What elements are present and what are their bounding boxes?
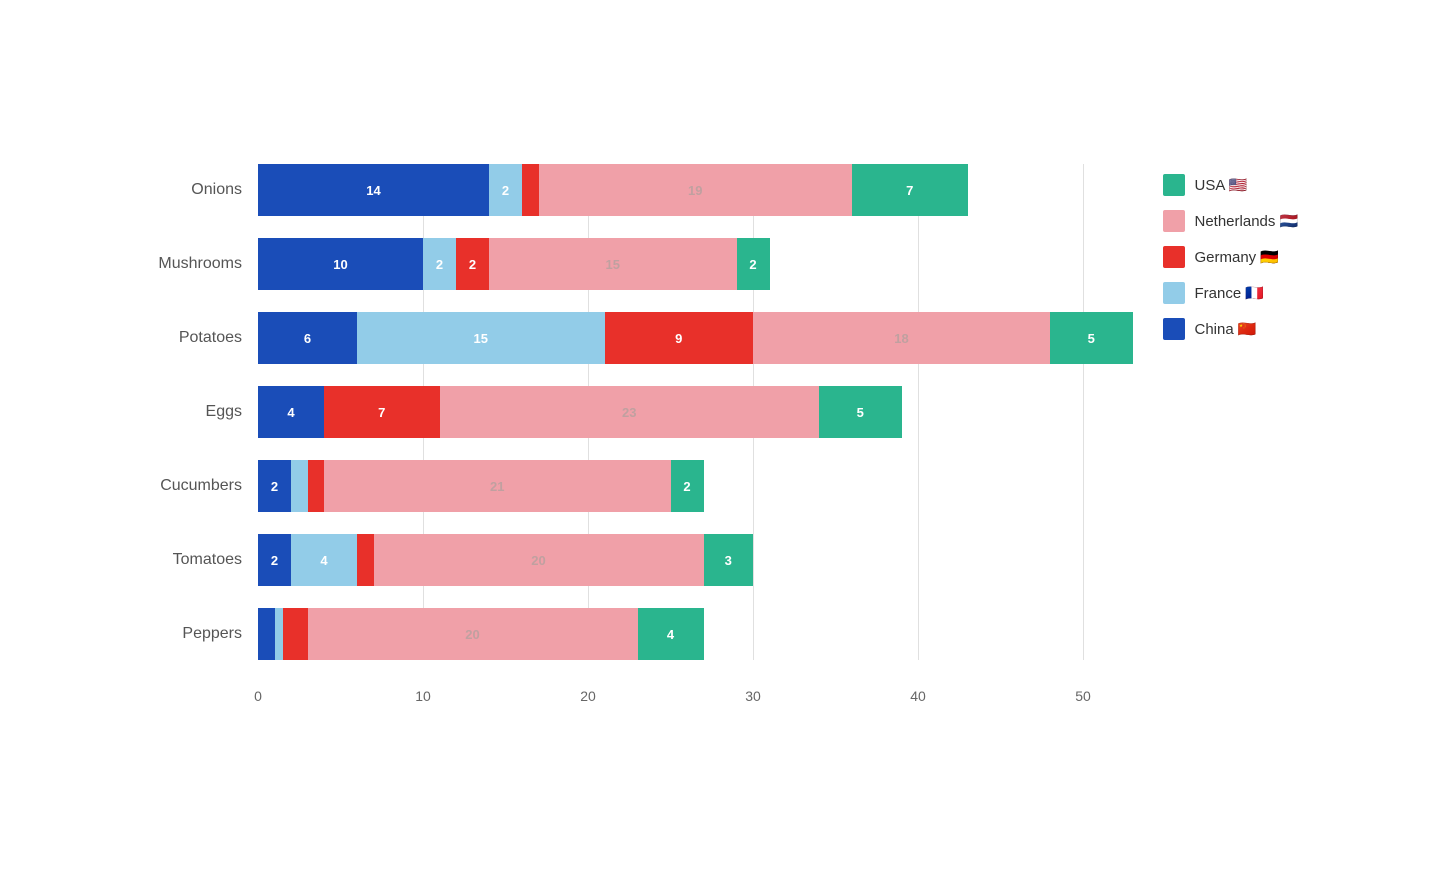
bar-segment-china [258, 608, 275, 660]
legend-item-france: France 🇫🇷 [1163, 282, 1333, 304]
bar-segment-netherlands: 18 [753, 312, 1050, 364]
bar-segment-usa: 3 [704, 534, 754, 586]
bar-label: Peppers [148, 625, 258, 643]
x-tick: 10 [415, 688, 431, 704]
legend-label-netherlands: Netherlands 🇳🇱 [1195, 212, 1299, 230]
legend-item-germany: Germany 🇩🇪 [1163, 246, 1333, 268]
bar-group: Mushrooms1022152 [148, 238, 1133, 290]
legend-label-germany: Germany 🇩🇪 [1195, 248, 1280, 266]
bar-group: Tomatoes24 203 [148, 534, 1133, 586]
chart-area: Onions142197Mushrooms1022152Potatoes6159… [148, 164, 1133, 712]
legend-color-netherlands [1163, 210, 1185, 232]
bar-segment-germany [357, 534, 374, 586]
legend-label-china: China 🇨🇳 [1195, 320, 1257, 338]
bar-segment-china: 4 [258, 386, 324, 438]
bar-segment-china: 10 [258, 238, 423, 290]
bar-segment-china: 14 [258, 164, 489, 216]
bar-track: 2212 [258, 460, 704, 512]
bar-track: 1022152 [258, 238, 770, 290]
bar-segment-usa: 5 [1050, 312, 1133, 364]
legend-item-netherlands: Netherlands 🇳🇱 [1163, 210, 1333, 232]
bar-group: Peppers204 [148, 608, 1133, 660]
x-tick: 40 [910, 688, 926, 704]
bar-segment-usa: 2 [737, 238, 770, 290]
bar-segment-usa: 5 [819, 386, 902, 438]
bar-segment-usa: 4 [638, 608, 704, 660]
legend-item-usa: USA 🇺🇸 [1163, 174, 1333, 196]
bar-segment-germany: 9 [605, 312, 754, 364]
legend-label-usa: USA 🇺🇸 [1195, 176, 1248, 194]
bar-track: 24 203 [258, 534, 753, 586]
bar-segment-germany: 7 [324, 386, 440, 438]
bar-segment-germany [283, 608, 308, 660]
bar-segment-france: 15 [357, 312, 605, 364]
x-tick: 50 [1075, 688, 1091, 704]
bar-group: Potatoes6159185 [148, 312, 1133, 364]
legend: USA 🇺🇸 Netherlands 🇳🇱 Germany 🇩🇪 France 🇫🇷 C… [1133, 164, 1333, 354]
bar-segment-netherlands: 15 [489, 238, 737, 290]
bar-label: Cucumbers [148, 477, 258, 495]
bar-track: 47235 [258, 386, 902, 438]
bar-label: Potatoes [148, 329, 258, 347]
bar-segment-netherlands: 23 [440, 386, 820, 438]
bar-segment-france [275, 608, 283, 660]
bar-segment-netherlands: 20 [374, 534, 704, 586]
legend-item-china: China 🇨🇳 [1163, 318, 1333, 340]
bar-segment-usa: 7 [852, 164, 968, 216]
bar-segment-germany [522, 164, 539, 216]
x-tick: 0 [254, 688, 262, 704]
bar-segment-netherlands: 19 [539, 164, 853, 216]
bar-track: 6159185 [258, 312, 1133, 364]
x-axis: 01020304050 [258, 682, 1133, 712]
bar-segment-france: 2 [489, 164, 522, 216]
bar-segment-china: 6 [258, 312, 357, 364]
bar-track: 204 [258, 608, 704, 660]
bar-label: Mushrooms [148, 255, 258, 273]
bar-segment-germany [308, 460, 325, 512]
bar-group: Eggs47235 [148, 386, 1133, 438]
bars-wrapper: Onions142197Mushrooms1022152Potatoes6159… [148, 164, 1133, 660]
bar-segment-usa: 2 [671, 460, 704, 512]
chart-container: Onions142197Mushrooms1022152Potatoes6159… [128, 124, 1328, 772]
bar-track: 142 197 [258, 164, 968, 216]
legend-color-germany [1163, 246, 1185, 268]
bar-segment-france: 2 [423, 238, 456, 290]
legend-label-france: France 🇫🇷 [1195, 284, 1265, 302]
bar-label: Eggs [148, 403, 258, 421]
bar-label: Tomatoes [148, 551, 258, 569]
bar-segment-germany: 2 [456, 238, 489, 290]
bar-group: Cucumbers2212 [148, 460, 1133, 512]
x-tick: 20 [580, 688, 596, 704]
x-tick: 30 [745, 688, 761, 704]
legend-color-china [1163, 318, 1185, 340]
legend-color-usa [1163, 174, 1185, 196]
bar-segment-china: 2 [258, 534, 291, 586]
bar-segment-china: 2 [258, 460, 291, 512]
bar-label: Onions [148, 181, 258, 199]
bar-group: Onions142 197 [148, 164, 1133, 216]
bar-segment-netherlands: 20 [308, 608, 638, 660]
bar-segment-france [291, 460, 308, 512]
bar-segment-netherlands: 21 [324, 460, 671, 512]
legend-color-france [1163, 282, 1185, 304]
bar-segment-france: 4 [291, 534, 357, 586]
